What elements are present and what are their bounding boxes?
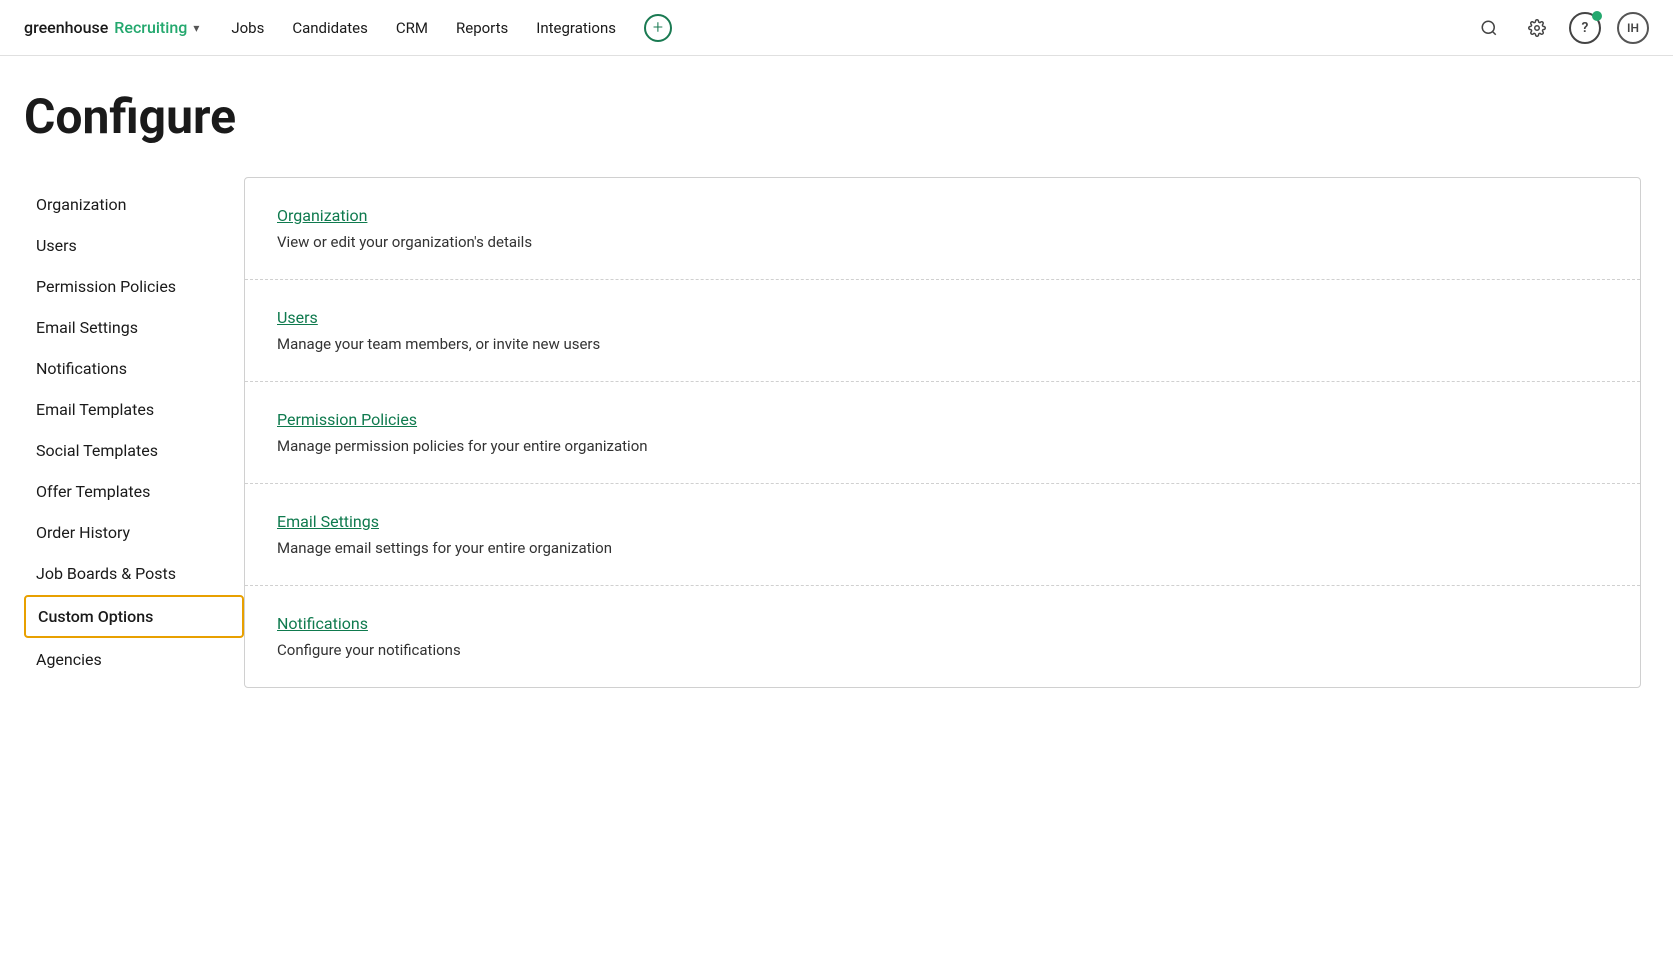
nav-link-reports[interactable]: Reports	[456, 19, 508, 37]
config-item-users: Users Manage your team members, or invite…	[245, 280, 1640, 382]
config-link-permission-policies[interactable]: Permission Policies	[277, 410, 417, 429]
nav-links: Jobs Candidates CRM Reports Integrations…	[231, 14, 1441, 42]
gear-icon	[1528, 19, 1546, 37]
config-desc-email-settings: Manage email settings for your entire or…	[277, 539, 1608, 557]
config-item-organization: Organization View or edit your organizati…	[245, 178, 1640, 280]
sidebar-item-organization[interactable]: Organization	[24, 185, 244, 224]
brand-logo[interactable]: greenhouse Recruiting ▾	[24, 18, 199, 37]
config-desc-users: Manage your team members, or invite new …	[277, 335, 1608, 353]
config-link-email-settings[interactable]: Email Settings	[277, 512, 379, 531]
help-button[interactable]: ?	[1569, 12, 1601, 44]
main-panel: Organization View or edit your organizati…	[244, 177, 1641, 688]
sidebar-item-email-templates[interactable]: Email Templates	[24, 390, 244, 429]
page-title: Configure	[24, 88, 1641, 145]
add-button[interactable]: +	[644, 14, 672, 42]
sidebar-item-job-boards-posts[interactable]: Job Boards & Posts	[24, 554, 244, 593]
config-item-email-settings: Email Settings Manage email settings for …	[245, 484, 1640, 586]
brand-greenhouse: greenhouse	[24, 18, 108, 37]
config-desc-organization: View or edit your organization's details	[277, 233, 1608, 251]
sidebar-item-order-history[interactable]: Order History	[24, 513, 244, 552]
nav-link-crm[interactable]: CRM	[396, 19, 428, 37]
config-item-permission-policies: Permission Policies Manage permission pol…	[245, 382, 1640, 484]
help-badge	[1592, 11, 1602, 21]
search-icon	[1480, 19, 1498, 37]
search-button[interactable]	[1473, 12, 1505, 44]
settings-button[interactable]	[1521, 12, 1553, 44]
sidebar-item-users[interactable]: Users	[24, 226, 244, 265]
page-content: Configure OrganizationUsersPermission Po…	[0, 56, 1673, 720]
config-link-organization[interactable]: Organization	[277, 206, 367, 225]
sidebar-item-social-templates[interactable]: Social Templates	[24, 431, 244, 470]
main-layout: OrganizationUsersPermission PoliciesEmai…	[24, 177, 1641, 688]
sidebar: OrganizationUsersPermission PoliciesEmai…	[24, 177, 244, 688]
sidebar-item-agencies[interactable]: Agencies	[24, 640, 244, 679]
nav-link-candidates[interactable]: Candidates	[292, 19, 368, 37]
brand-recruiting: Recruiting	[114, 18, 187, 37]
sidebar-item-offer-templates[interactable]: Offer Templates	[24, 472, 244, 511]
config-link-users[interactable]: Users	[277, 308, 318, 327]
config-desc-notifications: Configure your notifications	[277, 641, 1608, 659]
config-desc-permission-policies: Manage permission policies for your enti…	[277, 437, 1608, 455]
brand-chevron: ▾	[193, 21, 199, 35]
sidebar-item-email-settings[interactable]: Email Settings	[24, 308, 244, 347]
sidebar-item-permission-policies[interactable]: Permission Policies	[24, 267, 244, 306]
sidebar-item-custom-options[interactable]: Custom Options	[24, 595, 244, 638]
config-link-notifications[interactable]: Notifications	[277, 614, 368, 633]
config-item-notifications: Notifications Configure your notification…	[245, 586, 1640, 687]
sidebar-item-notifications[interactable]: Notifications	[24, 349, 244, 388]
nav-link-integrations[interactable]: Integrations	[536, 19, 616, 37]
user-avatar[interactable]: IH	[1617, 12, 1649, 44]
nav-link-jobs[interactable]: Jobs	[231, 19, 264, 37]
nav-actions: ? IH	[1473, 12, 1649, 44]
top-nav: greenhouse Recruiting ▾ Jobs Candidates …	[0, 0, 1673, 56]
help-label: ?	[1582, 20, 1589, 36]
